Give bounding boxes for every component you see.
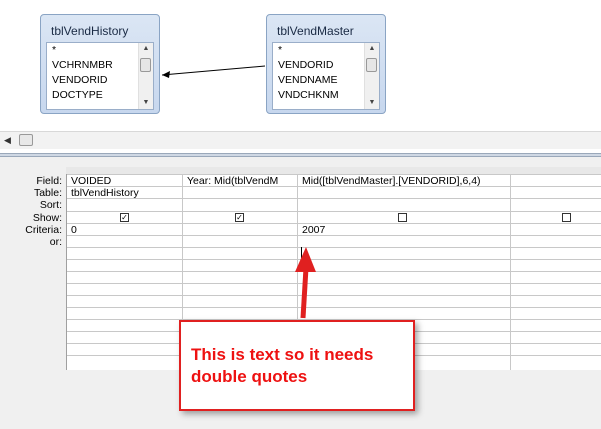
cell-field[interactable]: Year: Mid(tblVendM: [183, 175, 297, 187]
row-labels: Field: Table: Sort: Show: Criteria: or:: [0, 175, 64, 248]
scroll-left-icon[interactable]: ◀: [4, 132, 14, 149]
table-pane: tblVendHistory * VCHRNMBR VENDORID DOCTY…: [0, 0, 601, 153]
annotation-text: This is text so it needs double quotes: [191, 345, 374, 386]
cell-criteria[interactable]: [183, 224, 297, 236]
cell-field[interactable]: VOIDED: [67, 175, 181, 187]
cell-field[interactable]: [511, 175, 601, 187]
text-cursor: [301, 247, 302, 258]
annotation-callout: This is text so it needs double quotes: [179, 320, 415, 411]
show-checkbox[interactable]: ✓: [235, 213, 244, 222]
row-label-or: or:: [49, 235, 62, 248]
row-label-field: Field:: [36, 175, 62, 187]
scroll-thumb[interactable]: [19, 134, 33, 146]
join-arrow-icon: [162, 71, 170, 78]
row-label-show: Show:: [32, 211, 62, 224]
cell-table[interactable]: tblVendHistory: [67, 187, 181, 199]
table-pane-hscrollbar[interactable]: ◀: [0, 131, 601, 149]
show-checkbox[interactable]: [398, 213, 407, 222]
join-line[interactable]: [0, 0, 601, 131]
cell-table[interactable]: [183, 187, 297, 199]
show-checkbox[interactable]: ✓: [120, 213, 129, 222]
cell-sort[interactable]: [67, 199, 181, 211]
cell-sort[interactable]: [298, 199, 510, 211]
row-label-sort: Sort:: [39, 199, 62, 212]
show-checkbox[interactable]: [562, 213, 571, 222]
cell-table[interactable]: [298, 187, 510, 199]
cell-criteria[interactable]: 0: [67, 224, 181, 236]
cell-criteria[interactable]: 2007: [298, 224, 510, 236]
cell-sort[interactable]: [183, 199, 297, 211]
row-label-criteria: Criteria:: [25, 223, 62, 236]
cell-field[interactable]: Mid([tblVendMaster].[VENDORID],6,4): [298, 175, 510, 187]
row-label-table: Table:: [33, 187, 62, 200]
